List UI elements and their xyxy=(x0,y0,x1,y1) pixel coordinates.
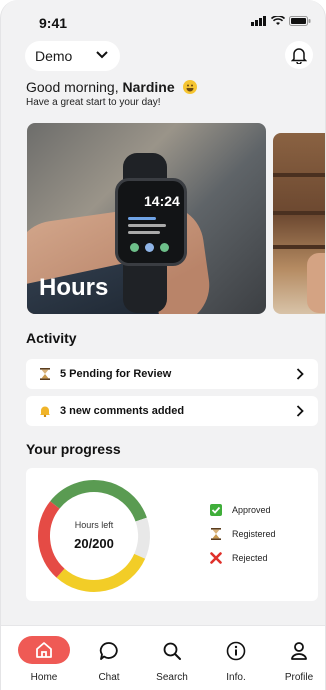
tab-bar: Home Chat Search Info. Profile xyxy=(1,625,325,690)
progress-title: Your progress xyxy=(26,441,121,457)
watch-dot xyxy=(145,243,154,252)
next-card[interactable] xyxy=(273,133,325,314)
chevron-right-icon xyxy=(296,368,304,380)
battery-icon xyxy=(289,16,311,26)
user-name: Nardine xyxy=(122,79,175,95)
bell-icon xyxy=(38,405,52,417)
tab-home[interactable]: Home xyxy=(14,626,74,690)
hours-card[interactable]: 14:24 Hours xyxy=(27,123,266,314)
status-bar: 9:41 xyxy=(1,0,325,40)
donut-value: 20/200 xyxy=(74,536,114,551)
hourglass-icon xyxy=(210,528,222,540)
donut-segment-registered xyxy=(56,553,146,592)
legend-item-registered: Registered xyxy=(210,528,276,540)
chevron-right-icon xyxy=(296,405,304,417)
activity-item-label: 5 Pending for Review xyxy=(60,368,172,380)
info-icon xyxy=(221,639,251,663)
header: Demo xyxy=(25,41,313,71)
shelf xyxy=(273,245,325,249)
watch-line xyxy=(128,224,166,227)
tab-label: Profile xyxy=(284,672,314,683)
status-time: 9:41 xyxy=(39,15,68,31)
x-icon xyxy=(210,552,222,564)
watch-dot xyxy=(160,243,169,252)
tab-profile[interactable]: Profile xyxy=(269,626,325,690)
profile-icon xyxy=(284,639,314,663)
legend-label: Registered xyxy=(232,529,276,539)
watch-time: 14:24 xyxy=(144,193,180,209)
card-photo-arm xyxy=(307,253,325,313)
tab-search[interactable]: Search xyxy=(142,626,202,690)
watch-complications xyxy=(130,243,169,252)
app-screen: 9:41 Demo Good morning, Nardine Have a g… xyxy=(0,0,326,690)
progress-card: Hours left 20/200 Approved Registered Re… xyxy=(26,468,318,601)
chevron-down-icon xyxy=(96,51,108,59)
watch-dot xyxy=(130,243,139,252)
progress-legend: Approved Registered Rejected xyxy=(210,504,276,576)
legend-item-approved: Approved xyxy=(210,504,276,516)
activity-title: Activity xyxy=(26,330,77,346)
tab-chat[interactable]: Chat xyxy=(79,626,139,690)
tab-info[interactable]: Info. xyxy=(206,626,266,690)
shelf xyxy=(273,173,325,177)
org-select[interactable]: Demo xyxy=(25,41,120,71)
org-select-value: Demo xyxy=(35,48,73,64)
donut-label: Hours left xyxy=(74,520,114,530)
tab-label: Chat xyxy=(98,672,120,683)
watch-line xyxy=(128,231,160,234)
legend-label: Rejected xyxy=(232,553,268,563)
activity-item-label: 3 new comments added xyxy=(60,405,185,417)
chat-icon xyxy=(94,639,124,663)
activity-item-comments[interactable]: 3 new comments added xyxy=(26,396,318,426)
status-icons xyxy=(251,16,311,26)
greeting-subtitle: Have a great start to your day! xyxy=(26,97,161,108)
watch-line xyxy=(128,217,156,220)
activity-item-pending[interactable]: 5 Pending for Review xyxy=(26,359,318,389)
shelf xyxy=(273,211,325,215)
donut-segment-approved xyxy=(50,480,147,522)
card-photo-watch-face: 14:24 xyxy=(115,178,187,266)
search-icon xyxy=(157,639,187,663)
tab-label: Search xyxy=(156,672,188,683)
wifi-icon xyxy=(271,16,285,25)
hourglass-icon xyxy=(38,368,52,380)
bell-icon xyxy=(291,48,307,64)
greeting-prefix: Good morning, xyxy=(26,79,123,95)
tab-label: Info. xyxy=(226,672,246,683)
check-box-icon xyxy=(210,504,222,516)
hours-card-title: Hours xyxy=(39,274,109,301)
legend-item-rejected: Rejected xyxy=(210,552,276,564)
greeting: Good morning, Nardine xyxy=(26,79,197,95)
home-icon xyxy=(18,636,70,664)
smile-emoji-icon xyxy=(182,80,197,94)
signal-icon xyxy=(251,16,266,26)
notifications-button[interactable] xyxy=(285,41,313,69)
tab-label: Home xyxy=(30,672,58,683)
legend-label: Approved xyxy=(232,505,271,515)
